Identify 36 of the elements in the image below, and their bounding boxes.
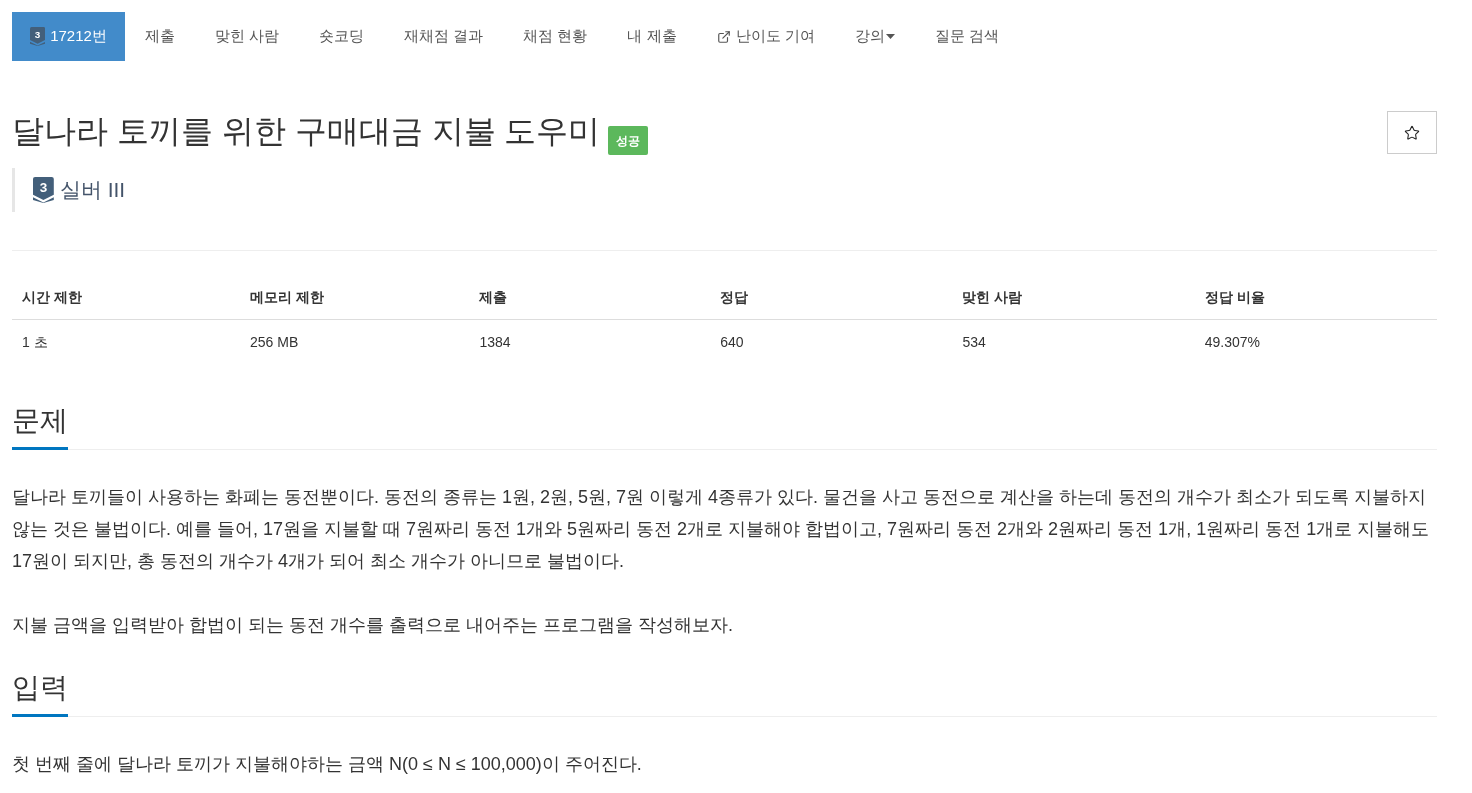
column-header: 제출 [469, 275, 711, 320]
result-label: 성공 [608, 126, 649, 155]
column-header: 메모리 제한 [240, 275, 470, 320]
column-header: 맞힌 사람 [952, 275, 1195, 320]
external-link-icon [716, 29, 731, 44]
column-header: 시간 제한 [12, 275, 240, 320]
nav-tab[interactable]: 3 17212번 [12, 12, 125, 61]
section-heading: 입력 [12, 671, 68, 717]
nav-tab[interactable]: 난이도 기여 [696, 12, 835, 61]
column-header: 정답 [710, 275, 953, 320]
problem-title: 달나라 토끼를 위한 구매대금 지불 도우미 [12, 112, 601, 151]
nav-tab[interactable]: 강의 [834, 12, 915, 61]
caret-icon [885, 34, 895, 39]
table-cell: 640 [710, 319, 953, 364]
nav-tab[interactable]: 맞힌 사람 [194, 12, 300, 61]
paragraph: 달나라 토끼들이 사용하는 화폐는 동전뿐이다. 동전의 종류는 1원, 2원, 5원, 7원 이렇게 4종류가 있다. 물건을 사고 동전으로 계산을 하는데 동전의 개수가 최소가 되도록 지불하지 않는 것은 불법이다. 예를 들어, 17원을 지불할 때 7원짜리 동전 1개와 5원짜리 동전 2개로 지불해야 합법이고, 7원짜리 동전 2개와 2원짜리 동전 1개, 1원짜리 동전 1개로 지불해도 17원이 되지만, 총 동전의 개수가 4개가 되어 최소 개수가 아니므로 불법이다. [12, 486, 1431, 573]
tier-badge: 3 [30, 27, 46, 46]
table-cell: 256 MB [240, 319, 470, 364]
nav-tab[interactable]: 질문 검색 [914, 12, 1019, 61]
favorite-button[interactable] [1387, 111, 1437, 154]
tier-name: 실버 III [59, 177, 126, 203]
table-cell: 1 초 [12, 319, 240, 364]
nav-tab[interactable]: 내 제출 [607, 12, 697, 61]
nav-tab[interactable]: 재채점 결과 [384, 12, 504, 61]
table-cell: 1384 [469, 319, 711, 364]
table-cell: 49.307% [1194, 319, 1437, 364]
column-header: 정답 비율 [1194, 275, 1437, 320]
nav-tab[interactable]: 제출 [124, 12, 195, 61]
table-cell: 534 [952, 319, 1195, 364]
star-icon [1404, 124, 1420, 141]
section-heading: 문제 [12, 404, 68, 450]
tier-badge: 3 [33, 177, 54, 203]
nav-tab[interactable]: 채점 현황 [503, 12, 608, 61]
paragraph: 지불 금액을 입력받아 합법이 되는 동전 개수를 출력으로 내어주는 프로그램을 작성해보자. [12, 614, 734, 637]
paragraph: 첫 번째 줄에 달나라 토끼가 지불해야하는 금액 N(0 ≤ N ≤ 100,000)이 주어진다. [12, 753, 643, 776]
nav-tab[interactable]: 숏코딩 [299, 12, 385, 61]
